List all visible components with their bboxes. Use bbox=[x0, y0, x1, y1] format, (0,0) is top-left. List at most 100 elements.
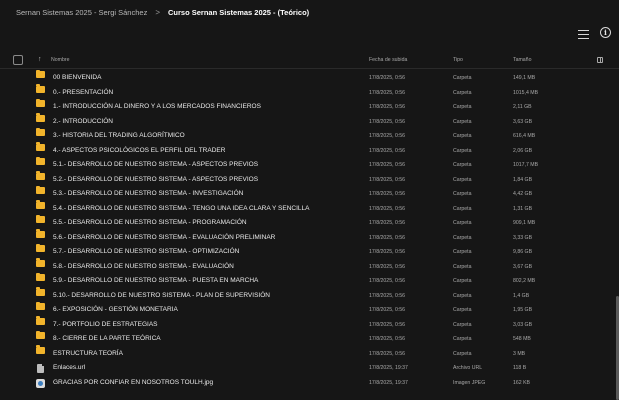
image-file-icon bbox=[36, 378, 45, 388]
file-size: 162 KB bbox=[513, 379, 531, 386]
folder-icon bbox=[36, 98, 45, 107]
file-name: 00 BIENVENIDA bbox=[53, 74, 102, 81]
file-size: 548 MB bbox=[513, 336, 531, 342]
file-row[interactable]: 6.- EXPOSICIÓN - GESTIÓN MONETARIA 17/8/2… bbox=[0, 301, 619, 318]
folder-icon bbox=[36, 229, 45, 238]
breadcrumb-current-folder: Curso Sernan Sistemas 2025 - (Teórico) bbox=[168, 7, 310, 17]
select-all-checkbox[interactable] bbox=[13, 55, 23, 65]
file-row[interactable]: 8.- CIERRE DE LA PARTE TEÓRICA 17/8/2025,… bbox=[0, 330, 619, 347]
column-settings-icon[interactable] bbox=[597, 57, 603, 63]
file-type: Carpeta bbox=[453, 89, 472, 96]
file-upload-date: 17/8/2025, 0:56 bbox=[369, 249, 406, 255]
file-row[interactable]: 5.10.- DESARROLLO DE NUESTRO SISTEMA - P… bbox=[0, 287, 619, 304]
file-name: ESTRUCTURA TEORÍA bbox=[53, 349, 123, 357]
file-row[interactable]: 4.- ASPECTOS PSICOLÓGICOS EL PERFIL DEL … bbox=[0, 142, 619, 159]
file-type: Carpeta bbox=[453, 263, 472, 270]
file-upload-date: 17/8/2025, 19:37 bbox=[369, 365, 408, 371]
file-name: 7.- PORTFOLIO DE ESTRATEGIAS bbox=[53, 320, 158, 328]
folder-icon bbox=[36, 84, 45, 93]
document-icon bbox=[37, 364, 44, 373]
file-name: GRACIAS POR CONFIAR EN NOSOTROS TOULH.jp… bbox=[53, 378, 214, 386]
file-upload-date: 17/8/2025, 0:56 bbox=[369, 292, 406, 299]
folder-icon bbox=[36, 185, 45, 194]
info-icon[interactable]: i bbox=[600, 27, 611, 38]
file-upload-date: 17/8/2025, 0:56 bbox=[369, 191, 406, 197]
file-row[interactable]: 5.4.- DESARROLLO DE NUESTRO SISTEMA - TE… bbox=[0, 200, 619, 217]
file-upload-date: 17/8/2025, 0:56 bbox=[369, 133, 406, 139]
file-name: 5.8.- DESARROLLO DE NUESTRO SISTEMA - EV… bbox=[53, 262, 234, 270]
file-name: Enlaces.url bbox=[53, 364, 86, 371]
file-size: 2,06 GB bbox=[513, 147, 533, 154]
file-row[interactable]: 0.- PRESENTACIÓN 17/8/2025, 0:56 Carpeta 10… bbox=[0, 84, 619, 101]
file-upload-date: 17/8/2025, 0:56 bbox=[369, 162, 406, 168]
file-size: 909,1 MB bbox=[513, 220, 536, 226]
file-row[interactable]: ESTRUCTURA TEORÍA 17/8/2025, 0:56 Carpeta 3… bbox=[0, 345, 619, 362]
file-size: 616,4 MB bbox=[513, 133, 536, 139]
folder-icon bbox=[36, 171, 45, 180]
file-row[interactable]: Enlaces.url 17/8/2025, 19:37 Archivo URL 11… bbox=[0, 361, 619, 376]
file-name: 5.5.- DESARROLLO DE NUESTRO SISTEMA - PR… bbox=[53, 219, 247, 226]
column-header: ↑ Nombre Fecha de subida Tipo Tamaño bbox=[0, 51, 619, 69]
file-upload-date: 17/8/2025, 0:56 bbox=[369, 89, 406, 96]
sort-ascending-icon[interactable]: ↑ bbox=[38, 51, 42, 69]
file-upload-date: 17/8/2025, 0:56 bbox=[369, 350, 406, 357]
file-row[interactable]: 5.8.- DESARROLLO DE NUESTRO SISTEMA - EV… bbox=[0, 258, 619, 275]
file-name: 5.3.- DESARROLLO DE NUESTRO SISTEMA - IN… bbox=[53, 190, 244, 197]
file-row[interactable]: 5.7.- DESARROLLO DE NUESTRO SISTEMA - OP… bbox=[0, 243, 619, 260]
list-view-icon[interactable] bbox=[578, 30, 589, 39]
folder-icon bbox=[36, 345, 45, 354]
file-name: 5.6.- DESARROLLO DE NUESTRO SISTEMA - EV… bbox=[53, 233, 276, 241]
folder-icon bbox=[36, 127, 45, 136]
file-row[interactable]: 5.9.- DESARROLLO DE NUESTRO SISTEMA - PU… bbox=[0, 272, 619, 289]
file-row[interactable]: 00 BIENVENIDA 17/8/2025, 0:56 Carpeta 149,1… bbox=[0, 69, 619, 86]
file-row[interactable]: 3.- HISTORIA DEL TRADING ALGORÍTMICO 17/8… bbox=[0, 127, 619, 144]
folder-icon bbox=[36, 142, 45, 151]
file-row[interactable]: GRACIAS POR CONFIAR EN NOSOTROS TOULH.jp… bbox=[0, 376, 619, 391]
file-upload-date: 17/8/2025, 0:56 bbox=[369, 176, 406, 183]
breadcrumb-parent-link[interactable]: Sernan Sistemas 2025 - Sergi Sánchez bbox=[16, 8, 147, 17]
file-row[interactable]: 5.3.- DESARROLLO DE NUESTRO SISTEMA - IN… bbox=[0, 185, 619, 202]
file-type: Carpeta bbox=[453, 292, 472, 299]
file-size: 1,95 GB bbox=[513, 307, 533, 313]
file-size: 1,84 GB bbox=[513, 176, 533, 183]
folder-icon bbox=[36, 243, 45, 252]
file-size: 1,31 GB bbox=[513, 205, 533, 212]
file-size: 3 MB bbox=[513, 350, 526, 357]
file-size: 802,2 MB bbox=[513, 278, 536, 284]
file-size: 118 B bbox=[513, 365, 527, 371]
file-row[interactable]: 5.5.- DESARROLLO DE NUESTRO SISTEMA - PR… bbox=[0, 214, 619, 231]
column-name[interactable]: Nombre bbox=[51, 51, 69, 69]
file-name: 5.4.- DESARROLLO DE NUESTRO SISTEMA - TE… bbox=[53, 204, 310, 212]
file-type: Carpeta bbox=[453, 75, 472, 81]
file-row[interactable]: 5.6.- DESARROLLO DE NUESTRO SISTEMA - EV… bbox=[0, 229, 619, 246]
file-type: Carpeta bbox=[453, 176, 472, 183]
file-upload-date: 17/8/2025, 0:56 bbox=[369, 321, 406, 328]
file-size: 3,67 GB bbox=[513, 263, 533, 270]
file-list: 00 BIENVENIDA 17/8/2025, 0:56 Carpeta 149,1… bbox=[0, 69, 619, 391]
file-row[interactable]: 1.- INTRODUCCIÓN AL DINERO Y A LOS MERCA… bbox=[0, 98, 619, 115]
file-type: Carpeta bbox=[453, 336, 472, 342]
file-upload-date: 17/8/2025, 0:56 bbox=[369, 234, 406, 241]
folder-icon bbox=[36, 330, 45, 339]
file-row[interactable]: 7.- PORTFOLIO DE ESTRATEGIAS 17/8/2025, 0… bbox=[0, 316, 619, 333]
file-upload-date: 17/8/2025, 0:56 bbox=[369, 118, 406, 125]
column-type[interactable]: Tipo bbox=[453, 51, 463, 69]
file-size: 3,33 GB bbox=[513, 234, 533, 241]
folder-icon bbox=[36, 113, 45, 122]
breadcrumb: Sernan Sistemas 2025 - Sergi Sánchez > C… bbox=[0, 0, 619, 24]
folder-icon bbox=[36, 214, 45, 223]
file-row[interactable]: 5.2.- DESARROLLO DE NUESTRO SISTEMA - AS… bbox=[0, 171, 619, 188]
file-row[interactable]: 5.1.- DESARROLLO DE NUESTRO SISTEMA - AS… bbox=[0, 156, 619, 173]
file-name: 5.9.- DESARROLLO DE NUESTRO SISTEMA - PU… bbox=[53, 277, 259, 284]
file-type: Carpeta bbox=[453, 104, 472, 110]
file-type: Carpeta bbox=[453, 234, 472, 241]
file-size: 1017,7 MB bbox=[513, 162, 539, 168]
file-upload-date: 17/8/2025, 0:56 bbox=[369, 263, 406, 270]
file-name: 6.- EXPOSICIÓN - GESTIÓN MONETARIA bbox=[53, 306, 178, 313]
file-type: Carpeta bbox=[453, 350, 472, 357]
column-upload-date[interactable]: Fecha de subida bbox=[369, 51, 407, 69]
column-size[interactable]: Tamaño bbox=[513, 51, 531, 69]
folder-icon bbox=[36, 258, 45, 267]
file-type: Carpeta bbox=[453, 249, 472, 255]
file-row[interactable]: 2.- INTRODUCCIÓN 17/8/2025, 0:56 Carpeta 3,… bbox=[0, 113, 619, 130]
